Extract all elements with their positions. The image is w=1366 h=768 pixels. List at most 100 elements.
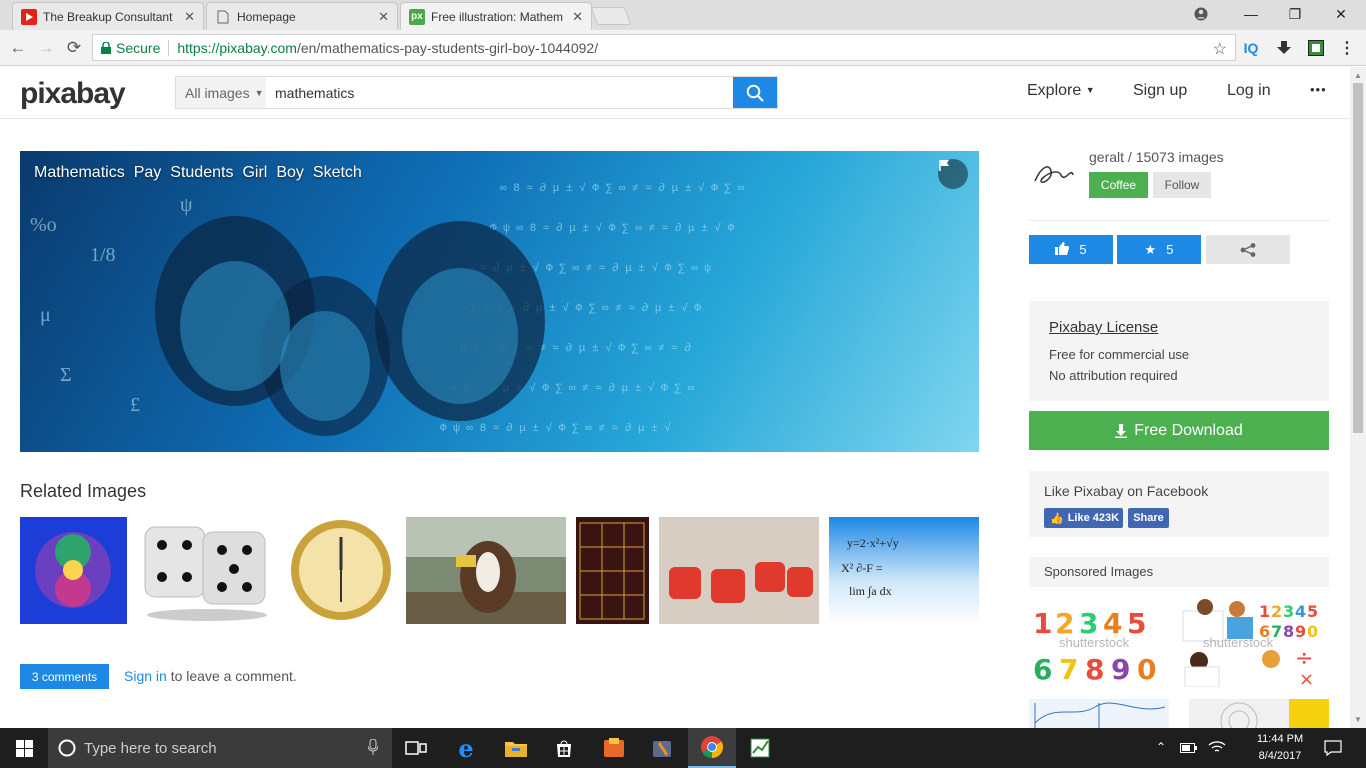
edge-icon[interactable]: e: [442, 728, 490, 768]
svg-text:9: 9: [1295, 622, 1306, 641]
svg-text:0: 0: [1307, 622, 1318, 641]
iq-extension-icon[interactable]: IQ: [1240, 37, 1262, 59]
favorite-button[interactable]: ★ 5: [1117, 235, 1201, 264]
tab-breakup-consultant[interactable]: The Breakup Consultant ✕: [12, 2, 204, 30]
forward-icon[interactable]: →: [34, 37, 58, 59]
favorite-count: 5: [1166, 242, 1174, 257]
scroll-thumb[interactable]: [1353, 83, 1363, 433]
facebook-share-button[interactable]: Share: [1128, 508, 1169, 528]
svg-text:8: 8: [1283, 622, 1294, 641]
download-extension-icon[interactable]: [1273, 37, 1295, 59]
page-content: pixabay All images ▼ mathematics Explore…: [0, 67, 1350, 728]
restore-icon[interactable]: ❐: [1272, 0, 1318, 28]
math-illustration: %o 1/8 μ Σ £ ψ ∞ 8 ≈ ∂ μ ± √ Φ ∑ ∞ ≠ ≈ ∂ μ ±…: [30, 182, 745, 436]
scroll-down-arrow-icon[interactable]: ▼: [1354, 715, 1362, 724]
tag-link[interactable]: Mathematics: [34, 164, 125, 182]
task-view-icon[interactable]: [392, 728, 440, 768]
tab-homepage[interactable]: Homepage ✕: [206, 2, 398, 30]
clock[interactable]: 11:44 PM 8/4/2017: [1250, 731, 1310, 765]
secure-label: Secure: [116, 39, 161, 56]
bookmark-star-icon[interactable]: ☆: [1213, 39, 1227, 59]
extension-icon[interactable]: [1305, 37, 1327, 59]
secure-indicator[interactable]: Secure: [101, 40, 160, 56]
close-icon[interactable]: ✕: [378, 9, 389, 25]
image-tags: Mathematics Pay Students Girl Boy Sketch: [34, 164, 362, 182]
tag-link[interactable]: Girl: [242, 164, 267, 182]
report-flag-icon[interactable]: [938, 159, 968, 189]
new-tab-button[interactable]: [590, 7, 632, 25]
signin-rest: to leave a comment.: [166, 668, 297, 684]
more-menu-icon[interactable]: •••: [1310, 82, 1327, 97]
pixabay-icon: px: [409, 8, 425, 25]
tag-link[interactable]: Pay: [134, 164, 162, 182]
chrome-menu-icon[interactable]: ⋮: [1336, 37, 1358, 59]
license-link[interactable]: Pixabay License: [1049, 319, 1158, 336]
sponsored-thumb-graphs[interactable]: [1029, 699, 1169, 728]
close-window-icon[interactable]: ✕: [1318, 0, 1364, 28]
coffee-button[interactable]: Coffee: [1089, 172, 1148, 198]
clock-date: 8/4/2017: [1258, 750, 1302, 762]
related-thumb-clock[interactable]: [285, 517, 396, 624]
reload-icon[interactable]: ⟳: [62, 37, 86, 59]
microphone-icon[interactable]: [367, 738, 379, 760]
like-button[interactable]: 5: [1029, 235, 1113, 264]
login-link[interactable]: Log in: [1227, 82, 1271, 100]
file-explorer-icon[interactable]: [492, 728, 540, 768]
svg-text:∞ 8 ≈ ∂ μ ± √ Φ ∑ ∞ ≠ ≈ ∂ μ ±: ∞ 8 ≈ ∂ μ ± √ Φ ∑ ∞ ≠ ≈ ∂ μ ± √ Φ ∑ ∞: [500, 182, 745, 195]
search-input[interactable]: mathematics: [266, 77, 733, 108]
related-thumb-cow[interactable]: [406, 517, 566, 624]
tag-link[interactable]: Students: [170, 164, 233, 182]
address-bar[interactable]: Secure https://pixabay.com /en/mathemati…: [92, 34, 1236, 61]
signup-link[interactable]: Sign up: [1133, 82, 1187, 100]
free-download-button[interactable]: Free Download: [1029, 411, 1329, 450]
author-name[interactable]: geralt / 15073 images: [1089, 149, 1224, 165]
related-thumb-dice[interactable]: [137, 517, 275, 624]
pixabay-logo[interactable]: pixabay: [20, 77, 126, 111]
related-thumb-formulas[interactable]: y=2·x²+√y X² ∂-F = lim ∫a dx: [829, 517, 979, 624]
share-button[interactable]: [1206, 235, 1290, 264]
facebook-title: Like Pixabay on Facebook: [1044, 483, 1209, 499]
related-thumb-red-dice[interactable]: [659, 517, 819, 624]
related-thumb-calendar[interactable]: [576, 517, 649, 624]
search-scope-select[interactable]: All images ▼: [176, 77, 266, 108]
close-icon[interactable]: ✕: [184, 9, 195, 25]
signin-link[interactable]: Sign in: [124, 668, 167, 684]
store-icon[interactable]: [540, 728, 588, 768]
taskbar-search-box[interactable]: Type here to search: [48, 728, 392, 768]
facebook-like-button[interactable]: 👍 Like 423K: [1044, 508, 1123, 528]
author-avatar[interactable]: [1029, 151, 1075, 197]
tag-link[interactable]: Boy: [276, 164, 304, 182]
svg-text:5: 5: [1307, 602, 1318, 621]
scroll-up-arrow-icon[interactable]: ▲: [1354, 71, 1362, 80]
follow-button[interactable]: Follow: [1153, 172, 1211, 198]
action-center-icon[interactable]: [1324, 740, 1342, 761]
tab-pixabay[interactable]: px Free illustration: Mathem ✕: [400, 2, 592, 30]
app-icon-orange[interactable]: [590, 728, 638, 768]
svg-text:0: 0: [1137, 653, 1156, 686]
tag-link[interactable]: Sketch: [313, 164, 362, 182]
start-button[interactable]: [0, 728, 48, 768]
search-button[interactable]: [733, 77, 777, 108]
svg-text:2: 2: [1271, 602, 1282, 621]
profile-icon[interactable]: [1178, 0, 1224, 28]
sponsored-thumb-spiral[interactable]: [1189, 699, 1329, 728]
sponsored-thumb-kids[interactable]: 1 2 3 4 5 6 7 8 9 0 ÷ × shutterstock: [1179, 595, 1329, 690]
main-image[interactable]: %o 1/8 μ Σ £ ψ ∞ 8 ≈ ∂ μ ± √ Φ ∑ ∞ ≠ ≈ ∂ μ ±…: [20, 151, 979, 452]
page-scrollbar[interactable]: ▲ ▼: [1350, 67, 1366, 728]
wifi-icon[interactable]: [1208, 740, 1226, 759]
back-icon[interactable]: ←: [6, 37, 30, 59]
url-base: https://pixabay.com: [177, 39, 297, 56]
chrome-taskbar-icon[interactable]: [688, 728, 736, 768]
show-hidden-icons[interactable]: ⌃: [1156, 740, 1166, 754]
close-icon[interactable]: ✕: [572, 9, 583, 25]
battery-icon[interactable]: [1180, 741, 1198, 759]
app-icon-chart[interactable]: [736, 728, 784, 768]
minimize-icon[interactable]: —: [1228, 0, 1274, 28]
svg-text:9: 9: [1111, 653, 1130, 686]
related-thumb-fractal[interactable]: [20, 517, 127, 624]
svg-text:8: 8: [1085, 653, 1104, 686]
explore-menu[interactable]: Explore ▼: [1027, 82, 1095, 100]
sponsored-thumb-numbers[interactable]: 1234567890 shutterstock: [1029, 595, 1169, 687]
comments-button[interactable]: 3 comments: [20, 664, 109, 689]
app-icon-tools[interactable]: [638, 728, 686, 768]
